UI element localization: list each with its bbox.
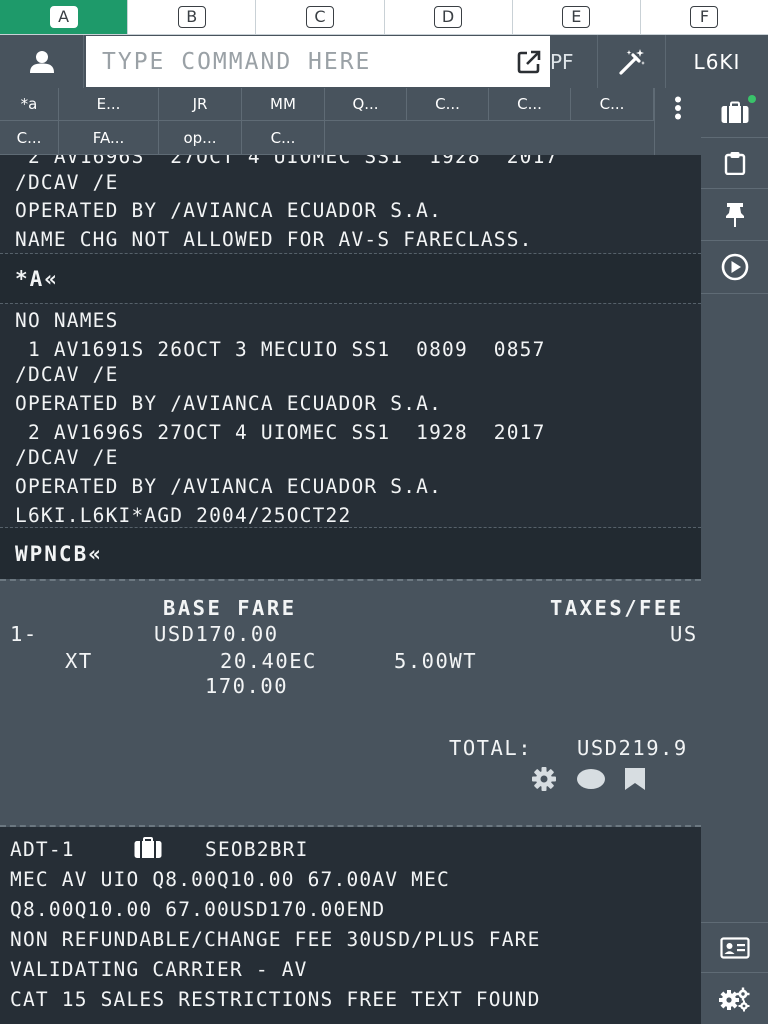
gears-icon: [718, 987, 749, 1011]
sidebar-clipboard-button[interactable]: [701, 138, 768, 189]
fare-quote-card: BASE FARE TAXES/FEE 1- USD170.00 US XT 2…: [0, 579, 701, 827]
terminal-line: NAME CHG NOT ALLOWED FOR AV-S FARECLASS.: [15, 228, 533, 251]
terminal-output[interactable]: 2 AV1696S 27OCT 4 UIOMEC SS1 1928 2017 /…: [0, 155, 701, 1024]
quick-keys-more-button[interactable]: [654, 88, 701, 155]
sidebar-play-button[interactable]: [701, 241, 768, 294]
workarea-tab-f-label: F: [690, 6, 719, 28]
tax-ec-amount: 20.40EC: [220, 649, 317, 673]
command-echo[interactable]: *A«: [15, 269, 59, 290]
baggage-code: SEOB2BRI: [205, 838, 309, 861]
popout-icon[interactable]: [516, 49, 542, 75]
terminal-line: L6KI.L6KI*AGD 2004/25OCT22: [15, 504, 352, 527]
command-echo[interactable]: WPNCB«: [15, 544, 103, 565]
taxes-amount: US: [670, 622, 698, 646]
quick-key-9[interactable]: C...: [0, 121, 59, 155]
quick-key-6[interactable]: C...: [407, 88, 489, 121]
comment-icon[interactable]: [576, 768, 606, 790]
base-fare-header: BASE FARE: [163, 596, 297, 620]
status-dot: [748, 95, 756, 103]
magic-wand-button[interactable]: [598, 35, 666, 88]
quick-key-7[interactable]: C...: [489, 88, 571, 121]
workarea-tab-a[interactable]: A: [0, 0, 129, 34]
command-input-container: [86, 36, 550, 87]
workarea-tab-b-label: B: [177, 6, 206, 28]
xt-label: XT: [65, 649, 93, 673]
fare-card-actions: [530, 765, 646, 793]
terminal-line: NO NAMES: [15, 309, 119, 332]
command-bar: PF L6KI: [0, 35, 768, 88]
workarea-tab-f[interactable]: F: [640, 0, 768, 34]
sidebar-profile-card-button[interactable]: [701, 922, 768, 973]
user-icon: [29, 50, 54, 73]
pcc-button[interactable]: L6KI: [666, 35, 768, 88]
settings-icon[interactable]: [530, 765, 558, 793]
fare-calc-line: NON REFUNDABLE/CHANGE FEE 30USD/PLUS FAR…: [10, 928, 541, 951]
right-sidebar: [701, 88, 768, 1024]
quick-key-1[interactable]: *a: [0, 88, 59, 121]
workarea-tab-b[interactable]: B: [128, 0, 257, 34]
quick-key-10[interactable]: FA...: [59, 121, 159, 155]
magic-wand-icon: [618, 48, 645, 75]
terminal-line: 1 AV1691S 26OCT 3 MECUIO SS1 0809 0857: [15, 338, 546, 361]
clipboard-icon: [724, 152, 745, 175]
terminal-line: 2 AV1696S 27OCT 4 UIOMEC SS1 1928 2017: [15, 421, 546, 444]
workarea-tab-a-label: A: [49, 6, 78, 28]
fare-calc-line: VALIDATING CARRIER - AV: [10, 958, 308, 981]
sidebar-settings-button[interactable]: [701, 973, 768, 1024]
workarea-tab-c-label: C: [305, 6, 334, 28]
play-circle-icon: [721, 253, 748, 281]
pin-icon: [725, 202, 744, 227]
profile-button[interactable]: [0, 35, 84, 88]
response-separator: [0, 303, 701, 304]
terminal-line: 2 AV1696S 27OCT 4 UIOMEC SS1 1928 2017: [15, 155, 559, 168]
terminal-line: /DCAV /E: [15, 363, 119, 386]
terminal-line: /DCAV /E: [15, 171, 119, 194]
ptc-label: ADT-1: [10, 838, 75, 861]
baggage-icon: [134, 837, 162, 858]
command-echo-block: [0, 528, 701, 579]
quick-keys-bar: *a E... JR MM Q... C... C... C... C... F…: [0, 88, 701, 155]
sidebar-pin-button[interactable]: [701, 189, 768, 241]
pf-keys-label: PF: [550, 49, 574, 74]
workarea-tab-d[interactable]: D: [384, 0, 513, 34]
quick-key-2[interactable]: E...: [59, 88, 159, 121]
quick-key-11[interactable]: op...: [159, 121, 242, 155]
fare-calc-line: MEC AV UIO Q8.00Q10.00 67.00AV MEC: [10, 868, 450, 891]
more-vertical-icon: [675, 96, 681, 120]
base-fare-amount: USD170.00: [154, 622, 279, 646]
quick-key-8[interactable]: C...: [571, 88, 654, 121]
pf-keys-button[interactable]: PF: [550, 35, 598, 88]
workarea-tab-e-label: E: [562, 6, 591, 28]
id-card-icon: [719, 936, 750, 959]
terminal-line: /DCAV /E: [15, 446, 119, 469]
total-label: TOTAL:: [449, 736, 533, 760]
quick-key-4[interactable]: MM: [242, 88, 325, 121]
terminal-line: OPERATED BY /AVIANCA ECUADOR S.A.: [15, 475, 443, 498]
quick-key-5[interactable]: Q...: [325, 88, 407, 121]
total-amount: USD219.9: [577, 736, 688, 760]
briefcase-icon: [721, 101, 748, 123]
sidebar-briefcase-button[interactable]: [701, 88, 768, 138]
pcc-label: L6KI: [693, 49, 741, 74]
subtotal-amount: 170.00: [205, 674, 289, 698]
workarea-tab-c[interactable]: C: [256, 0, 385, 34]
terminal-line: OPERATED BY /AVIANCA ECUADOR S.A.: [15, 199, 443, 222]
terminal-line: OPERATED BY /AVIANCA ECUADOR S.A.: [15, 392, 443, 415]
taxes-fees-header: TAXES/FEE: [550, 596, 684, 620]
workarea-tab-e[interactable]: E: [512, 0, 641, 34]
command-input[interactable]: [102, 36, 502, 87]
passenger-number: 1-: [10, 622, 38, 646]
quick-key-12[interactable]: C...: [242, 121, 325, 155]
workarea-tabs: A B C D E F: [0, 0, 768, 35]
fare-calc-line: CAT 15 SALES RESTRICTIONS FREE TEXT FOUN…: [10, 988, 541, 1011]
workarea-tab-d-label: D: [434, 6, 463, 28]
command-echo-block: [0, 254, 701, 303]
fare-calc-line: Q8.00Q10.00 67.00USD170.00END: [10, 898, 386, 921]
tax-wt-amount: 5.00WT: [394, 649, 478, 673]
bookmark-icon[interactable]: [624, 767, 646, 791]
quick-key-3[interactable]: JR: [159, 88, 242, 121]
